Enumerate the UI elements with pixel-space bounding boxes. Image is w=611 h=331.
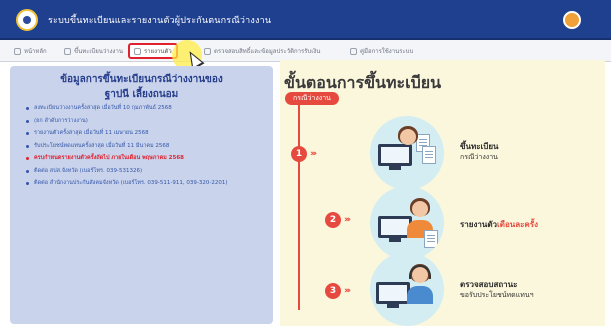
app-title: ระบบขึ้นทะเบียนและรายงานตัวผู้ประกันตนกร…	[48, 16, 272, 26]
tab-label: ขึ้นทะเบียนว่างงาน	[74, 48, 123, 55]
step-number: 2	[325, 212, 341, 228]
info-item-due: ครบกำหนดรายงานตัวครั้งถัดไป ภายในเดือน พ…	[26, 154, 266, 163]
chevron-right-icon: ›››	[344, 286, 351, 296]
step-2-label-highlight: เดือนละครั้ง	[497, 220, 538, 229]
info-list: ลงทะเบียนว่างงานครั้งล่าสุด เมื่อวันที่ …	[26, 104, 266, 192]
search-icon	[204, 47, 211, 55]
page: ระบบขึ้นทะเบียนและรายงานตัวผู้ประกันตนกร…	[0, 0, 611, 331]
tab-home[interactable]: หน้าหลัก	[10, 43, 51, 59]
person-body	[407, 286, 433, 304]
header-bar: ระบบขึ้นทะเบียนและรายงานตัวผู้ประกันตนกร…	[0, 0, 611, 40]
tab-bar: หน้าหลัก ขึ้นทะเบียนว่างงาน รายงานตัว ตร…	[0, 40, 611, 62]
tab-report[interactable]: รายงานตัว	[128, 43, 178, 59]
book-icon	[350, 47, 357, 55]
document-icon	[422, 146, 436, 164]
person-head	[412, 201, 428, 217]
case-badge: กรณีว่างงาน	[285, 92, 339, 105]
tab-manual[interactable]: คู่มือการใช้งานระบบ	[346, 43, 417, 59]
info-panel-title: ข้อมูลการขึ้นทะเบียนกรณีว่างงานของ	[60, 74, 223, 85]
step-2-illustration	[370, 186, 444, 260]
chevron-right-icon: ›››	[310, 149, 317, 159]
info-item: ติดต่อ สปส.จังหวัด (เบอร์โทร. 039-531326…	[26, 167, 266, 176]
info-item: รายงานตัวครั้งล่าสุด เมื่อวันที่ 11 เมษา…	[26, 129, 266, 138]
sso-logo-icon	[16, 9, 38, 31]
document-icon	[424, 230, 438, 248]
person-icon	[134, 47, 141, 55]
info-panel-name: ฐาปนี เลี้ยงถนอม	[104, 89, 179, 100]
step-3-illustration	[370, 252, 444, 326]
info-item: (ยก ลำดับการว่างงาน)	[26, 117, 266, 126]
monitor-stand	[387, 304, 399, 308]
info-item: ลงทะเบียนว่างงานครั้งล่าสุด เมื่อวันที่ …	[26, 104, 266, 113]
step-1-sub: กรณีว่างงาน	[460, 153, 498, 161]
person-head	[400, 129, 416, 145]
monitor-icon	[378, 144, 412, 166]
step-number: 1	[291, 146, 307, 162]
info-item: ติดต่อ สำนักงานประกันสังคมจังหวัด (เบอร์…	[26, 179, 266, 188]
step-2-label-prefix: รายงานตัว	[460, 220, 498, 229]
tab-label: รายงานตัว	[144, 48, 172, 55]
step-3-sub: ขอรับประโยชน์ทดแทนฯ	[460, 291, 534, 299]
user-avatar-icon[interactable]	[563, 11, 581, 29]
tab-register[interactable]: ขึ้นทะเบียนว่างงาน	[60, 43, 127, 59]
step-1-illustration	[370, 116, 444, 190]
monitor-icon	[376, 282, 410, 304]
step-2-label: รายงานตัวเดือนละครั้ง	[460, 218, 538, 231]
home-icon	[14, 47, 21, 55]
tab-label: ตรวจสอบสิทธิ์และข้อมูลประวัติการรับเงิน	[214, 48, 321, 55]
document-icon	[64, 47, 71, 55]
tab-label: คู่มือการใช้งานระบบ	[360, 48, 414, 55]
monitor-stand	[389, 238, 401, 242]
chevron-right-icon: ›››	[344, 215, 351, 225]
steps-timeline	[298, 105, 300, 310]
info-item: รับประโยชน์ทดแทนครั้งล่าสุด เมื่อวันที่ …	[26, 142, 266, 151]
tab-label: หน้าหลัก	[24, 48, 47, 55]
tab-check-rights[interactable]: ตรวจสอบสิทธิ์และข้อมูลประวัติการรับเงิน	[200, 43, 324, 59]
step-number: 3	[325, 283, 341, 299]
registration-info-panel: ข้อมูลการขึ้นทะเบียนกรณีว่างงานของ ฐาปนี…	[10, 66, 273, 324]
monitor-stand	[389, 166, 401, 170]
